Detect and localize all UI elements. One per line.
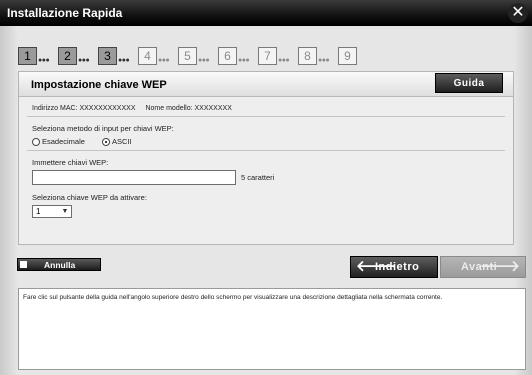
panel-header: Impostazione chiave WEP Guida xyxy=(19,72,513,97)
radio-hex-label: Esadecimale xyxy=(42,137,85,146)
help-text-box: Fare clic sul pulsante della guida nell'… xyxy=(18,288,526,370)
cancel-label: Annulla xyxy=(44,260,76,270)
step-number: 8 xyxy=(298,47,317,65)
wep-key-select[interactable]: 1 ▼ xyxy=(32,205,72,218)
step-number: 7 xyxy=(258,47,277,65)
radio-ascii[interactable]: ASCII xyxy=(102,137,132,146)
select-value: 1 xyxy=(36,207,41,216)
wep-settings-panel: Impostazione chiave WEP Guida Indirizzo … xyxy=(18,71,514,245)
step-number: 2 xyxy=(58,47,77,65)
help-text: Fare clic sul pulsante della guida nell'… xyxy=(23,294,443,301)
divider xyxy=(27,116,505,117)
close-icon[interactable]: ✕ xyxy=(508,3,528,23)
guide-button[interactable]: Guida xyxy=(435,73,503,93)
step-6: 6 ●●● xyxy=(218,47,258,65)
radio-ascii-label: ASCII xyxy=(112,137,132,146)
window-title: Installazione Rapida xyxy=(7,6,123,20)
step-number: 5 xyxy=(178,47,197,65)
step-3: 3 ●●● xyxy=(98,47,138,65)
cancel-button[interactable]: Annulla xyxy=(17,258,101,271)
character-count-note: 5 caratteri xyxy=(241,173,275,182)
checkbox-icon xyxy=(20,261,27,268)
back-button[interactable]: 🡐 Indietro xyxy=(350,256,438,278)
arrow-right-icon: 🡒 xyxy=(479,258,520,275)
step-8: 8 ●●● xyxy=(298,47,338,65)
step-number: 1 xyxy=(18,47,37,65)
back-label: Indietro xyxy=(375,261,420,273)
step-number: 9 xyxy=(338,47,357,65)
wep-key-input[interactable] xyxy=(32,170,236,185)
step-number: 6 xyxy=(218,47,237,65)
radio-hexadecimal[interactable]: Esadecimale xyxy=(32,137,85,146)
step-5: 5 ●●● xyxy=(178,47,218,65)
divider xyxy=(27,150,505,151)
chevron-down-icon[interactable]: ▼ xyxy=(60,206,70,217)
title-bar: Installazione Rapida ✕ xyxy=(0,0,532,26)
step-7: 7 ●●● xyxy=(258,47,298,65)
step-number: 3 xyxy=(98,47,117,65)
device-info: Indirizzo MAC: XXXXXXXXXXXX Nome modello:… xyxy=(32,105,232,112)
step-1: 1 ●●● xyxy=(18,47,58,65)
model-name: Nome modello: XXXXXXXX xyxy=(145,105,232,112)
next-button[interactable]: Avanti 🡒 xyxy=(440,256,526,278)
enter-keys-label: Immettere chiavi WEP: xyxy=(32,158,109,167)
step-number: 4 xyxy=(138,47,157,65)
radio-button-icon[interactable] xyxy=(32,138,40,146)
step-9: 9 xyxy=(338,47,378,65)
step-2: 2 ●●● xyxy=(58,47,98,65)
input-method-label: Seleziona metodo di input per chiavi WEP… xyxy=(32,124,174,133)
radio-button-selected-icon[interactable] xyxy=(102,138,110,146)
mac-address: Indirizzo MAC: XXXXXXXXXXXX xyxy=(32,105,136,112)
panel-title: Impostazione chiave WEP xyxy=(31,79,167,91)
step-4: 4 ●●● xyxy=(138,47,178,65)
select-key-label: Seleziona chiave WEP da attivare: xyxy=(32,193,147,202)
